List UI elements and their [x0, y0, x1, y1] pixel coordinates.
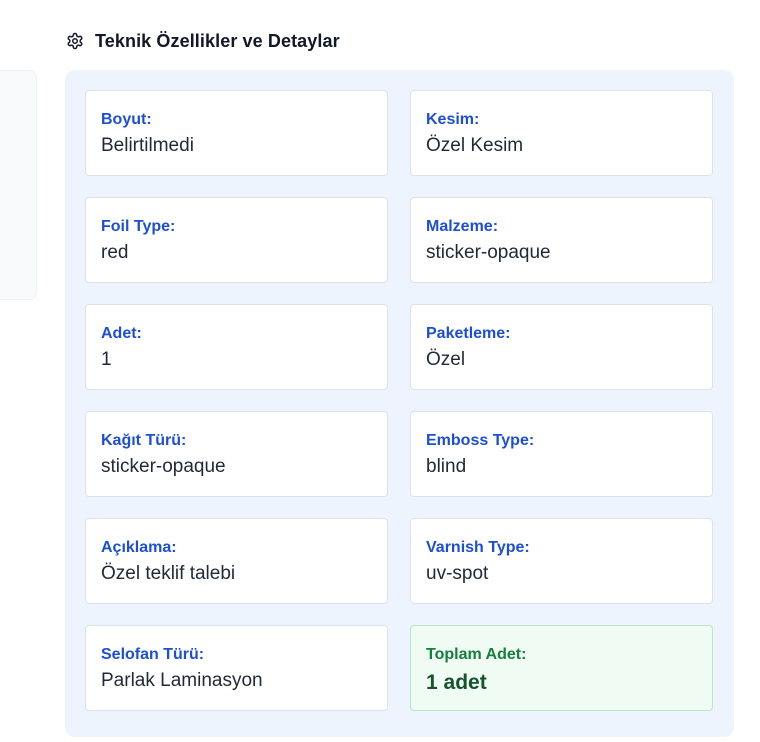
details-panel: Boyut: Belirtilmedi Kesim: Özel Kesim Fo… — [65, 70, 734, 737]
detail-value: sticker-opaque — [426, 242, 551, 263]
detail-card-malzeme: Malzeme: sticker-opaque — [410, 197, 713, 283]
detail-value: Özel teklif talebi — [101, 563, 236, 584]
detail-label: Varnish Type: — [426, 539, 530, 556]
detail-label: Adet: — [101, 325, 142, 342]
detail-card-kesim: Kesim: Özel Kesim — [410, 90, 713, 176]
detail-card-varnish-type: Varnish Type: uv-spot — [410, 518, 713, 604]
detail-label: Açıklama: — [101, 539, 177, 556]
detail-card-foil-type: Foil Type: red — [85, 197, 388, 283]
detail-label: Kesim: — [426, 111, 480, 128]
detail-label: Malzeme: — [426, 218, 499, 235]
detail-value: Parlak Laminasyon — [101, 670, 263, 691]
detail-label: Paketleme: — [426, 325, 511, 342]
total-value: 1 adet — [426, 671, 487, 694]
section-header: Teknik Özellikler ve Detaylar — [65, 30, 340, 52]
detail-card-adet: Adet: 1 — [85, 304, 388, 390]
detail-value: Özel Kesim — [426, 135, 524, 156]
section-title: Teknik Özellikler ve Detaylar — [95, 30, 340, 51]
detail-value: sticker-opaque — [101, 456, 226, 477]
detail-card-aciklama: Açıklama: Özel teklif talebi — [85, 518, 388, 604]
detail-card-boyut: Boyut: Belirtilmedi — [85, 90, 388, 176]
detail-label: Emboss Type: — [426, 432, 535, 449]
detail-card-kagit-turu: Kağıt Türü: sticker-opaque — [85, 411, 388, 497]
left-side-panel — [0, 70, 37, 300]
total-quantity-card: Toplam Adet: 1 adet — [410, 625, 713, 711]
total-label: Toplam Adet: — [426, 646, 527, 663]
detail-value: 1 — [101, 349, 112, 370]
detail-card-selofan-turu: Selofan Türü: Parlak Laminasyon — [85, 625, 388, 711]
detail-value: Belirtilmedi — [101, 135, 194, 156]
detail-card-emboss-type: Emboss Type: blind — [410, 411, 713, 497]
detail-value: blind — [426, 456, 467, 477]
detail-value: Özel — [426, 349, 466, 370]
detail-label: Foil Type: — [101, 218, 176, 235]
gear-icon — [65, 31, 85, 51]
detail-value: red — [101, 242, 129, 263]
detail-card-paketleme: Paketleme: Özel — [410, 304, 713, 390]
detail-label: Selofan Türü: — [101, 646, 205, 663]
detail-value: uv-spot — [426, 563, 489, 584]
detail-label: Kağıt Türü: — [101, 432, 187, 449]
detail-label: Boyut: — [101, 111, 152, 128]
